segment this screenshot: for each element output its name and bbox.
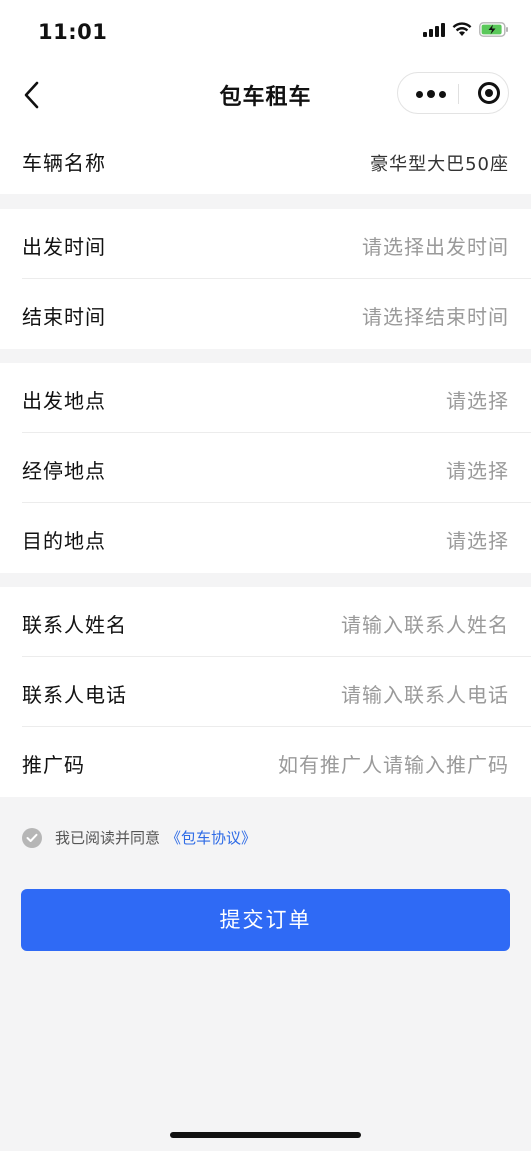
- mini-program-capsule: [397, 72, 509, 114]
- vehicle-name-row: 车辆名称 豪华型大巴50座: [0, 128, 531, 194]
- end-time-label: 结束时间: [22, 305, 106, 329]
- contact-phone-input[interactable]: 请输入联系人电话: [341, 679, 509, 708]
- end-time-row[interactable]: 结束时间 请选择结束时间: [0, 279, 531, 349]
- promo-code-row[interactable]: 推广码 如有推广人请输入推广码: [0, 727, 531, 797]
- signal-icon: [423, 22, 445, 37]
- header: 11:01 包车租车: [0, 0, 531, 128]
- promo-code-label: 推广码: [22, 753, 85, 777]
- depart-time-label: 出发时间: [22, 235, 106, 259]
- depart-time-row[interactable]: 出发时间 请选择出发时间: [0, 209, 531, 279]
- status-time: 11:01: [38, 20, 108, 44]
- more-icon[interactable]: [416, 90, 446, 98]
- agreement-link[interactable]: 《包车协议》: [166, 827, 256, 848]
- capsule-divider: [458, 84, 459, 104]
- agreement-row: 我已阅读并同意 《包车协议》: [22, 827, 256, 848]
- stop-place-row[interactable]: 经停地点 请选择: [0, 433, 531, 503]
- wifi-icon: [452, 22, 472, 36]
- depart-place-row[interactable]: 出发地点 请选择: [0, 363, 531, 433]
- dest-place-label: 目的地点: [22, 529, 106, 553]
- vehicle-name-label: 车辆名称: [22, 151, 106, 175]
- depart-place-label: 出发地点: [22, 389, 106, 413]
- contact-name-row[interactable]: 联系人姓名 请输入联系人姓名: [0, 587, 531, 657]
- submit-order-button[interactable]: 提交订单: [21, 889, 510, 951]
- agreement-checkbox[interactable]: [22, 827, 42, 848]
- contact-name-input[interactable]: 请输入联系人姓名: [341, 609, 509, 638]
- depart-time-picker[interactable]: 请选择出发时间: [362, 231, 509, 260]
- stop-place-picker[interactable]: 请选择: [446, 455, 509, 484]
- agreement-text: 我已阅读并同意: [55, 829, 161, 847]
- home-indicator: [170, 1132, 361, 1138]
- dest-place-picker[interactable]: 请选择: [446, 525, 509, 554]
- contact-phone-label: 联系人电话: [22, 683, 127, 707]
- contact-phone-row[interactable]: 联系人电话 请输入联系人电话: [0, 657, 531, 727]
- check-icon: [26, 833, 38, 842]
- close-target-icon[interactable]: [478, 82, 500, 104]
- status-bar: 11:01: [0, 0, 531, 62]
- end-time-picker[interactable]: 请选择结束时间: [362, 301, 509, 330]
- contact-name-label: 联系人姓名: [22, 613, 127, 637]
- nav-bar: 包车租车: [0, 62, 531, 128]
- dest-place-row[interactable]: 目的地点 请选择: [0, 503, 531, 573]
- depart-place-picker[interactable]: 请选择: [446, 385, 509, 414]
- stop-place-label: 经停地点: [22, 459, 106, 483]
- vehicle-name-value: 豪华型大巴50座: [370, 154, 509, 175]
- battery-charging-icon: [479, 22, 508, 37]
- status-icons: [423, 22, 509, 37]
- promo-code-input[interactable]: 如有推广人请输入推广码: [278, 749, 509, 778]
